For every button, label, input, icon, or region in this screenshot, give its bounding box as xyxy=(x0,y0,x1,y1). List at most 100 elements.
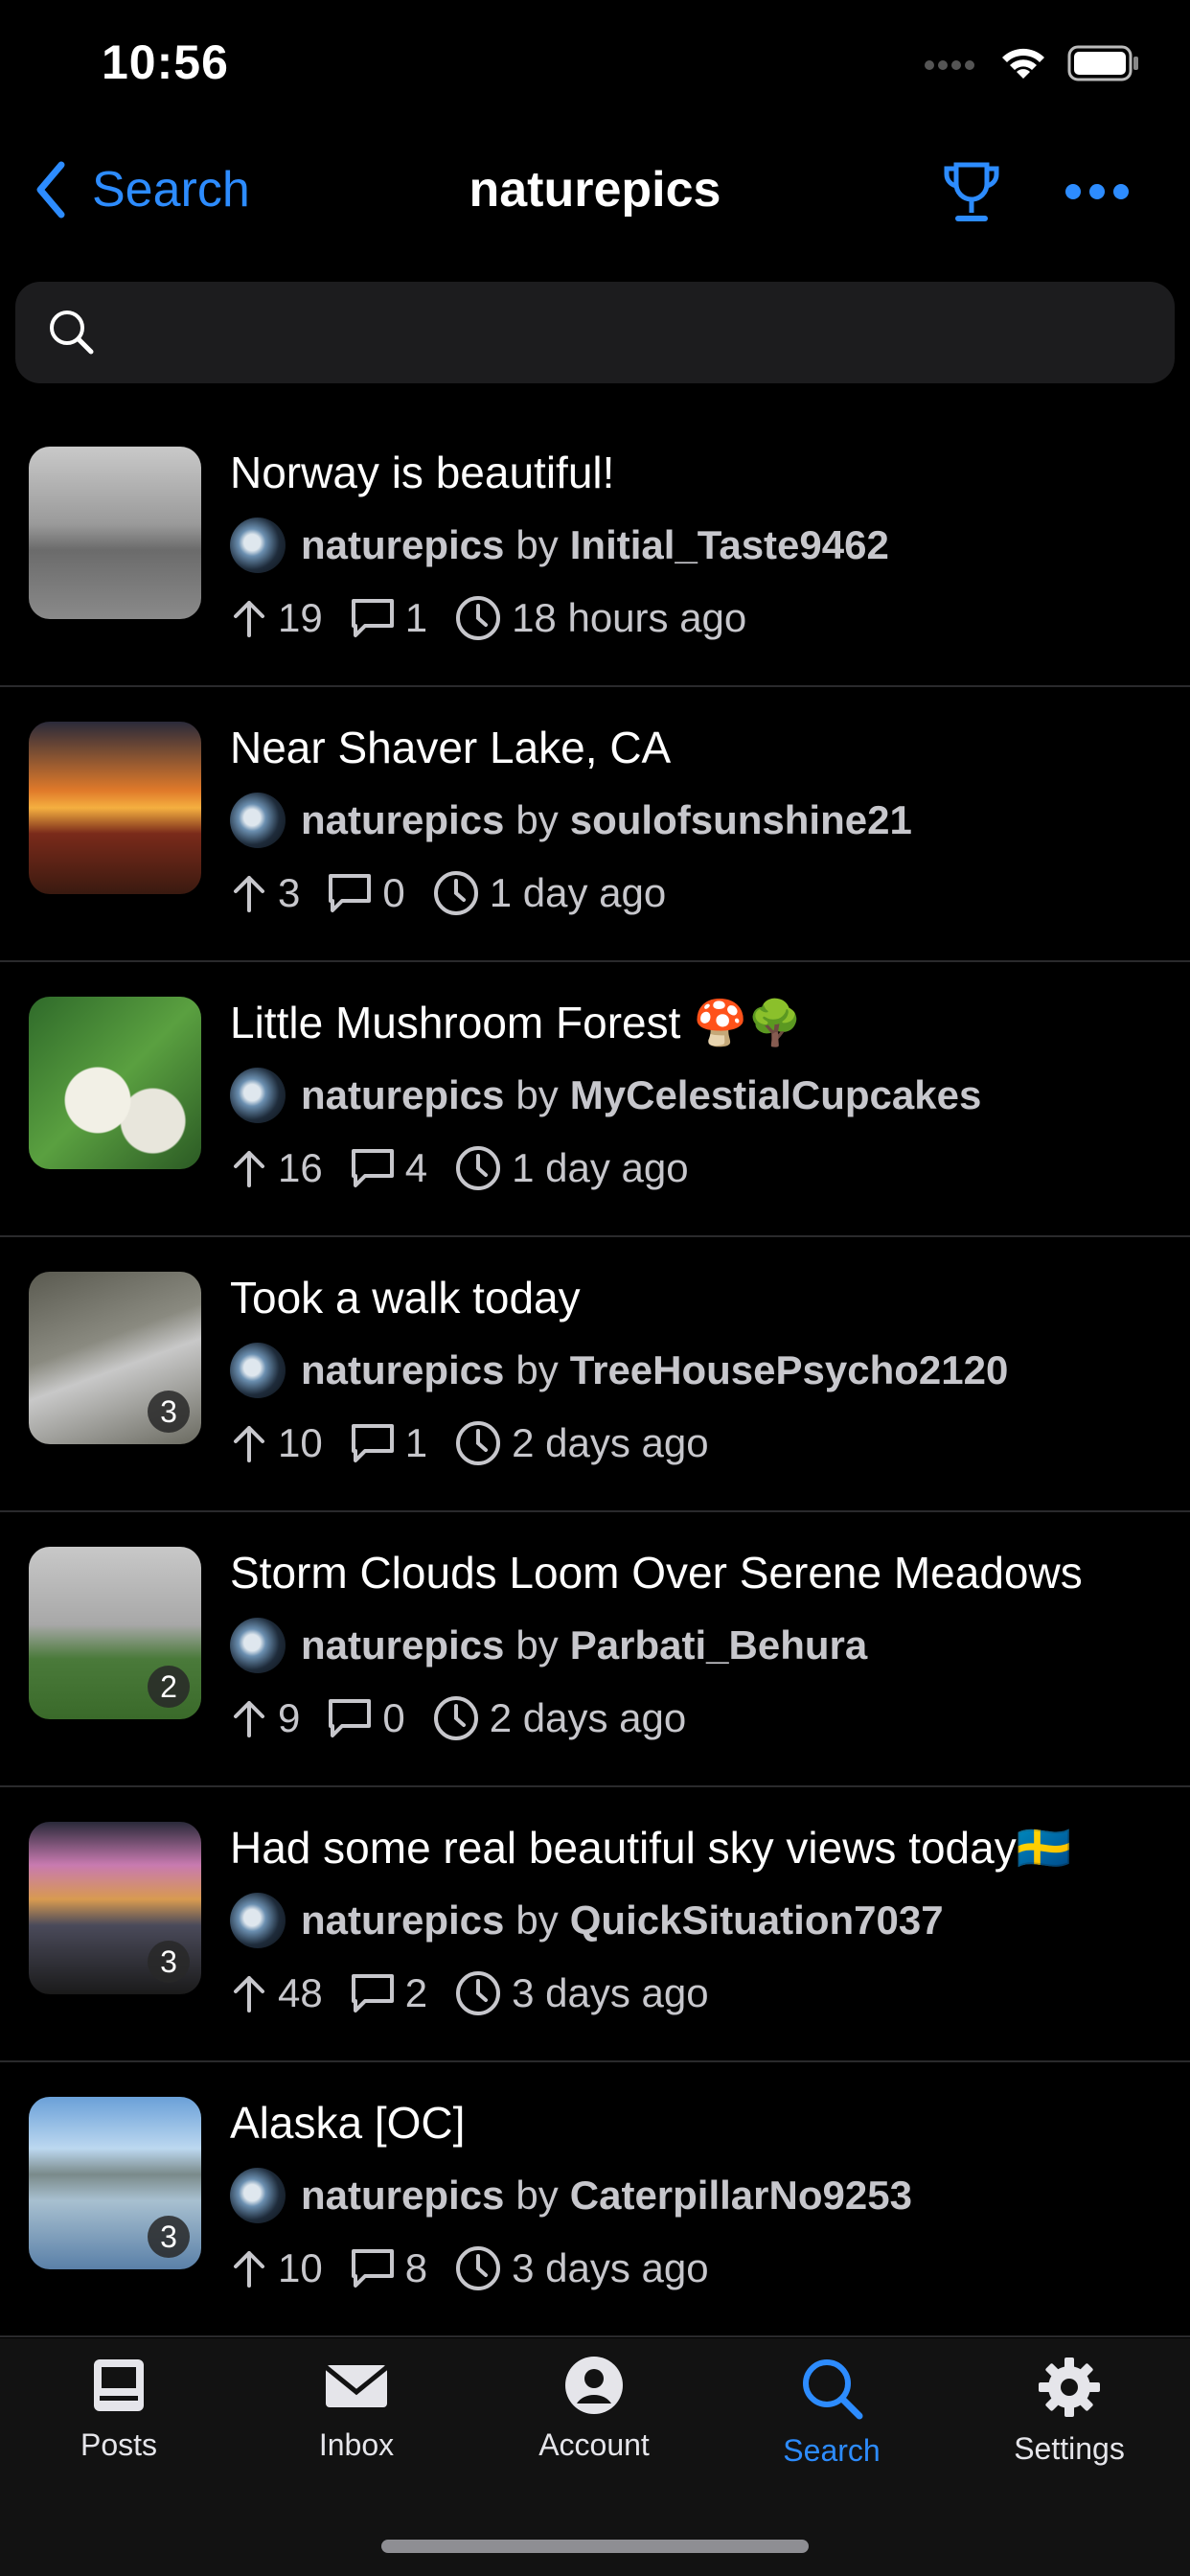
author-name[interactable]: Parbati_Behura xyxy=(570,1622,867,1668)
list-item[interactable]: Norway is beautiful! naturepics by Initi… xyxy=(0,412,1190,687)
image-count-badge: 3 xyxy=(148,2216,190,2258)
post-meta: naturepics by QuickSituation7037 xyxy=(230,1893,944,1948)
community-name[interactable]: naturepics xyxy=(301,1898,504,1944)
clock-icon xyxy=(456,1421,501,1465)
tab-account[interactable]: Account xyxy=(475,2356,713,2463)
comment-stat[interactable]: 0 xyxy=(327,1695,405,1741)
tab-inbox[interactable]: Inbox xyxy=(238,2356,475,2463)
post-thumbnail[interactable]: 3 xyxy=(29,1272,201,1444)
community-avatar[interactable] xyxy=(230,1068,286,1123)
nav-bar: Search naturepics xyxy=(0,144,1190,240)
comment-stat[interactable]: 4 xyxy=(350,1145,427,1191)
by-label: by xyxy=(515,522,559,567)
tab-settings[interactable]: Settings xyxy=(950,2356,1188,2467)
upvote-stat[interactable]: 16 xyxy=(230,1145,323,1191)
post-meta: naturepics by Initial_Taste9462 xyxy=(230,518,889,573)
list-item[interactable]: 3 Alaska [OC] naturepics by CaterpillarN… xyxy=(0,2062,1190,2337)
post-thumbnail[interactable] xyxy=(29,722,201,894)
tab-label: Posts xyxy=(80,2427,158,2462)
comment-icon xyxy=(329,1699,372,1737)
author-name[interactable]: MyCelestialCupcakes xyxy=(570,1072,982,1118)
post-title[interactable]: Little Mushroom Forest 🍄🌳 xyxy=(230,997,803,1049)
age-stat: 18 hours ago xyxy=(454,594,746,642)
author-name[interactable]: CaterpillarNo9253 xyxy=(570,2173,912,2219)
post-meta: naturepics by MyCelestialCupcakes xyxy=(230,1068,981,1123)
home-indicator xyxy=(381,2540,809,2553)
comment-icon xyxy=(351,2249,394,2288)
tab-label: Inbox xyxy=(318,2427,395,2462)
community-avatar[interactable] xyxy=(230,2168,286,2223)
page-title: naturepics xyxy=(469,162,721,218)
author-name[interactable]: TreeHousePsycho2120 xyxy=(570,1347,1009,1393)
post-thumbnail[interactable] xyxy=(29,447,201,619)
community-name[interactable]: naturepics xyxy=(301,1072,504,1118)
list-item[interactable]: Near Shaver Lake, CA naturepics by soulo… xyxy=(0,687,1190,962)
arrow-up-icon xyxy=(234,1701,264,1737)
comment-count: 2 xyxy=(404,1970,428,2015)
upvote-stat[interactable]: 10 xyxy=(230,1420,323,1466)
tab-label: Account xyxy=(538,2427,650,2462)
upvote-stat[interactable]: 48 xyxy=(230,1970,323,2016)
by-label: by xyxy=(515,797,559,842)
author-name[interactable]: Initial_Taste9462 xyxy=(570,522,889,568)
upvote-count: 3 xyxy=(278,870,301,915)
list-item[interactable]: 3 Had some real beautiful sky views toda… xyxy=(0,1787,1190,2062)
age-stat: 3 days ago xyxy=(454,2244,709,2292)
author-name[interactable]: QuickSituation7037 xyxy=(570,1898,944,1944)
post-title[interactable]: Had some real beautiful sky views today🇸… xyxy=(230,1822,1071,1874)
list-item[interactable]: 3 Took a walk today naturepics by TreeHo… xyxy=(0,1237,1190,1512)
status-bar: 10:56 xyxy=(0,0,1190,134)
comment-count: 0 xyxy=(382,1695,405,1740)
post-stats: 9 0 2 days ago xyxy=(230,1694,713,1742)
search-input[interactable] xyxy=(111,301,1150,366)
post-title[interactable]: Alaska [OC] xyxy=(230,2097,465,2149)
community-avatar[interactable] xyxy=(230,518,286,573)
community-avatar[interactable] xyxy=(230,793,286,848)
community-name[interactable]: naturepics xyxy=(301,1347,504,1393)
post-thumbnail[interactable]: 2 xyxy=(29,1547,201,1719)
clock-icon xyxy=(456,596,501,640)
post-stats: 16 4 1 day ago xyxy=(230,1144,716,1192)
author-name[interactable]: soulofsunshine21 xyxy=(570,797,912,843)
battery-icon xyxy=(1067,45,1138,81)
image-count-badge: 3 xyxy=(148,1941,190,1983)
community-avatar[interactable] xyxy=(230,1893,286,1948)
inbox-icon xyxy=(324,2365,389,2407)
upvote-stat[interactable]: 3 xyxy=(230,870,300,916)
comment-count: 0 xyxy=(382,870,405,915)
upvote-stat[interactable]: 19 xyxy=(230,595,323,641)
post-title[interactable]: Took a walk today xyxy=(230,1272,581,1323)
comment-stat[interactable]: 0 xyxy=(327,870,405,916)
post-title[interactable]: Near Shaver Lake, CA xyxy=(230,722,671,773)
community-name[interactable]: naturepics xyxy=(301,2173,504,2219)
status-icons xyxy=(924,44,1140,82)
comment-stat[interactable]: 1 xyxy=(350,595,427,641)
more-button[interactable] xyxy=(1064,182,1131,206)
comment-stat[interactable]: 1 xyxy=(350,1420,427,1466)
tab-search[interactable]: Search xyxy=(713,2356,950,2469)
upvote-stat[interactable]: 10 xyxy=(230,2245,323,2291)
post-title[interactable]: Storm Clouds Loom Over Serene Meadows xyxy=(230,1547,1083,1598)
community-name[interactable]: naturepics xyxy=(301,1622,504,1668)
comment-stat[interactable]: 2 xyxy=(350,1970,427,2016)
community-avatar[interactable] xyxy=(230,1618,286,1673)
upvote-count: 19 xyxy=(278,595,323,640)
post-thumbnail[interactable]: 3 xyxy=(29,2097,201,2269)
post-stats: 19 1 18 hours ago xyxy=(230,594,773,642)
age-stat: 2 days ago xyxy=(432,1694,686,1742)
post-thumbnail[interactable] xyxy=(29,997,201,1169)
upvote-stat[interactable]: 9 xyxy=(230,1695,300,1741)
list-item[interactable]: Little Mushroom Forest 🍄🌳 naturepics by … xyxy=(0,962,1190,1237)
community-name[interactable]: naturepics xyxy=(301,522,504,568)
wifi-icon xyxy=(1002,48,1044,79)
post-title[interactable]: Norway is beautiful! xyxy=(230,447,614,498)
community-avatar[interactable] xyxy=(230,1343,286,1398)
post-thumbnail[interactable]: 3 xyxy=(29,1822,201,1994)
comment-stat[interactable]: 8 xyxy=(350,2245,427,2291)
tab-posts[interactable]: Posts xyxy=(0,2356,238,2463)
image-count-badge: 3 xyxy=(148,1391,190,1433)
community-name[interactable]: naturepics xyxy=(301,797,504,843)
arrow-up-icon xyxy=(234,876,264,912)
list-item[interactable]: 2 Storm Clouds Loom Over Serene Meadows … xyxy=(0,1512,1190,1787)
trophy-button[interactable] xyxy=(941,159,1002,231)
